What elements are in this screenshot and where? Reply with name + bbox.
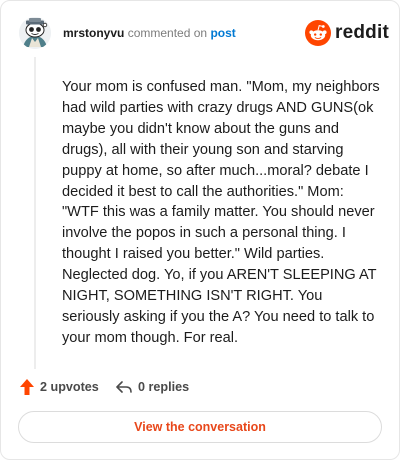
comment-body: Your mom is confused man. "Mom, my neigh… [62, 79, 380, 346]
reply-button[interactable]: 0 replies [115, 377, 189, 397]
comment-meta: mrstonyvu commented on post [63, 26, 236, 40]
post-link[interactable]: post [210, 26, 235, 40]
reddit-snoo-icon [305, 20, 332, 46]
upvote-count: 2 upvotes [40, 380, 99, 394]
user-avatar[interactable] [19, 17, 51, 49]
view-conversation-button[interactable]: View the conversation [18, 411, 382, 443]
reply-count: 0 replies [138, 380, 190, 394]
comment-header: mrstonyvu commented on post reddit [19, 17, 389, 51]
thread-line [34, 57, 36, 369]
comment-embed-card: mrstonyvu commented on post reddit Your … [0, 0, 400, 460]
comment-actions: 2 upvotes 0 replies [19, 377, 379, 397]
action-text: commented on [127, 26, 208, 40]
upvote-button[interactable]: 2 upvotes [19, 377, 99, 397]
username[interactable]: mrstonyvu [63, 26, 124, 40]
reddit-wordmark: reddit [335, 22, 389, 43]
reply-arrow-icon [116, 381, 132, 393]
snoo-avatar-icon [19, 17, 51, 49]
reddit-brand[interactable]: reddit [305, 19, 389, 47]
upvote-arrow-icon [20, 379, 34, 395]
